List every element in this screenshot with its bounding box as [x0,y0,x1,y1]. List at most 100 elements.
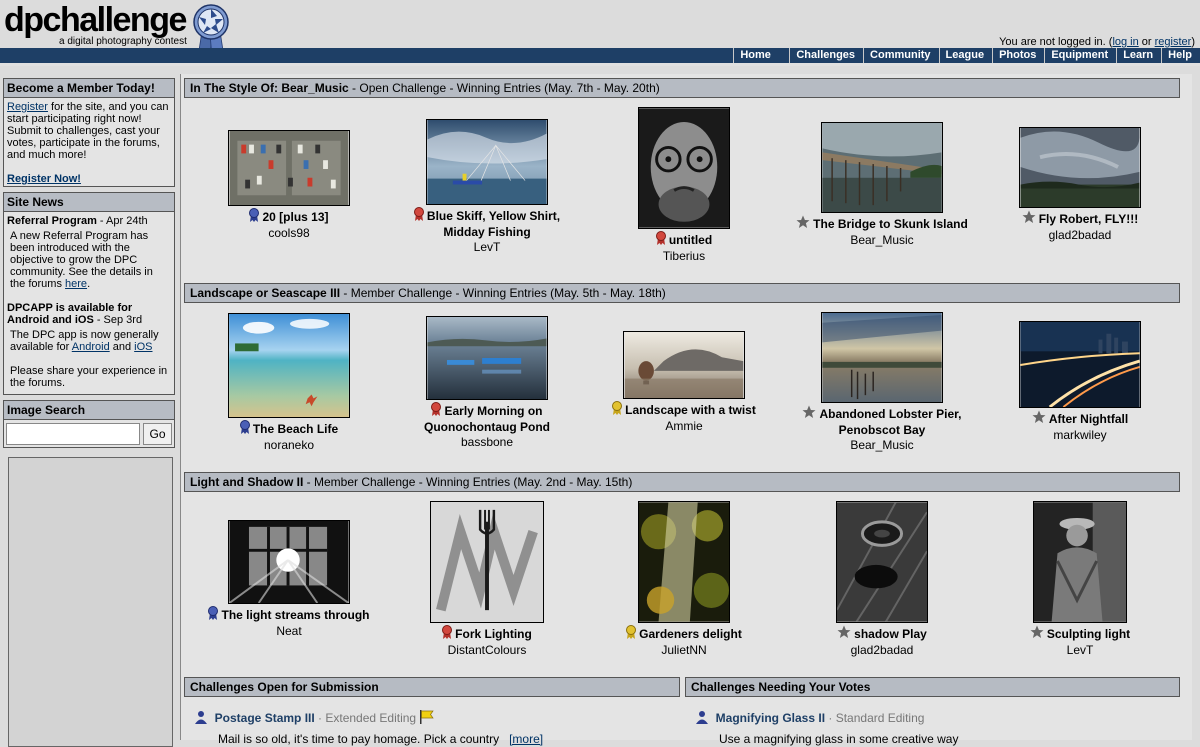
entry-card[interactable]: The Bridge to Skunk Island Bear_Music [792,122,972,247]
nav-help[interactable]: Help [1161,48,1200,63]
entry-title[interactable]: Fly Robert, FLY!!! [1039,212,1139,226]
nav-home[interactable]: Home [733,48,789,63]
photo-thumbnail[interactable] [638,107,730,229]
photo-thumbnail[interactable] [228,520,350,604]
entry-author[interactable]: Bear_Music [792,438,972,452]
section-header-light-shadow: Light and Shadow II - Member Challenge -… [184,472,1180,492]
entry-title[interactable]: The Beach Life [253,422,338,436]
nav-league[interactable]: League [938,48,993,63]
register-link[interactable]: register [1155,36,1192,48]
site-tagline: a digital photography contest [59,36,187,47]
nav-community[interactable]: Community [863,48,939,63]
entry-author[interactable]: Ammie [594,419,774,433]
entry-title[interactable]: untitled [669,233,712,247]
red-ribbon-icon [655,231,666,249]
entry-card[interactable]: Fly Robert, FLY!!! glad2badad [990,127,1170,242]
entry-card[interactable]: The Beach Life noraneko [199,313,379,452]
entry-card[interactable]: untitled Tiberius [594,107,774,263]
nav-photos[interactable]: Photos [992,48,1044,63]
nav-menu: Home Challenges Community League Photos … [733,48,1200,63]
entry-title[interactable]: Landscape with a twist [625,403,756,417]
more-link[interactable]: [more] [509,732,543,746]
sidebar-register-link[interactable]: Register [7,101,48,113]
entry-author[interactable]: LevT [397,240,577,254]
site-header: dpchallenge a digital photography contes… [0,0,1200,66]
entry-author[interactable]: LevT [990,643,1170,657]
entry-author[interactable]: Bear_Music [792,233,972,247]
blue-ribbon-icon [208,606,219,624]
flag-icon [419,710,435,725]
entry-author[interactable]: bassbone [397,435,577,449]
entry-title[interactable]: Early Morning on Quonochontaug Pond [424,404,550,434]
entry-author[interactable]: cools98 [199,226,379,240]
nav-equipment[interactable]: Equipment [1044,48,1116,63]
photo-thumbnail[interactable] [638,501,730,623]
log-in-link[interactable]: log in [1112,36,1138,48]
entry-title[interactable]: After Nightfall [1049,412,1128,426]
register-now-link[interactable]: Register Now! [7,173,81,185]
site-logo[interactable]: dpchallenge [4,0,187,40]
entry-card[interactable]: shadow Play glad2badad [792,501,972,657]
entry-title[interactable]: Fork Lighting [455,627,532,641]
entry-card[interactable]: Blue Skiff, Yellow Shirt, Midday Fishing… [397,119,577,254]
entry-title[interactable]: Blue Skiff, Yellow Shirt, Midday Fishing [427,209,560,239]
photo-thumbnail[interactable] [836,501,928,623]
photo-thumbnail[interactable] [228,130,350,206]
section-title-link[interactable]: In The Style Of: Bear_Music [190,81,349,95]
entry-author[interactable]: JulietNN [594,643,774,657]
photo-thumbnail[interactable] [1033,501,1127,623]
person-icon [194,711,208,725]
entry-card[interactable]: 20 [plus 13] cools98 [199,130,379,240]
photo-thumbnail[interactable] [228,313,350,418]
person-icon [695,711,709,725]
vote-challenge-name[interactable]: Magnifying Glass II [716,711,825,725]
site-news-body: Referral Program - Apr 24th A new Referr… [7,215,168,389]
entry-title[interactable]: Gardeners delight [639,627,742,641]
entry-title[interactable]: 20 [plus 13] [262,210,328,224]
photo-thumbnail[interactable] [821,122,943,213]
star-icon [1032,410,1046,428]
section-title-link[interactable]: Light and Shadow II [190,475,303,489]
section-header-landscape: Landscape or Seascape III - Member Chall… [184,283,1180,303]
photo-thumbnail[interactable] [430,501,544,623]
entry-author[interactable]: glad2badad [990,228,1170,242]
blue-ribbon-icon [249,208,260,226]
ios-link[interactable]: iOS [134,341,152,353]
photo-thumbnail[interactable] [426,316,548,400]
open-challenge-name[interactable]: Postage Stamp III [215,711,315,725]
entry-title[interactable]: The Bridge to Skunk Island [813,217,968,231]
entry-author[interactable]: DistantColours [397,643,577,657]
entry-title[interactable]: Sculpting light [1047,627,1130,641]
search-go-button[interactable]: Go [143,423,172,445]
entry-card[interactable]: Fork Lighting DistantColours [397,501,577,657]
photo-thumbnail[interactable] [623,331,745,399]
entry-card[interactable]: Gardeners delight JulietNN [594,501,774,657]
entry-author[interactable]: markwiley [990,428,1170,442]
photo-thumbnail[interactable] [426,119,548,205]
section-title-link[interactable]: Landscape or Seascape III [190,286,340,300]
entry-card[interactable]: The light streams through Neat [199,520,379,638]
open-challenge-row: Postage Stamp III · Extended Editing [194,710,435,725]
section-header-style-of: In The Style Of: Bear_Music - Open Chall… [184,78,1180,98]
entry-title[interactable]: The light streams through [221,608,369,622]
entry-author[interactable]: noraneko [199,438,379,452]
nav-challenges[interactable]: Challenges [789,48,863,63]
entry-card[interactable]: Landscape with a twist Ammie [594,331,774,433]
news-here-link[interactable]: here [65,278,87,290]
entry-title[interactable]: Abandoned Lobster Pier, Penobscot Bay [819,407,961,437]
entry-card[interactable]: After Nightfall markwiley [990,321,1170,442]
member-box-body: Register for the site, and you can start… [7,101,169,185]
entry-card[interactable]: Sculpting light LevT [990,501,1170,657]
entry-card[interactable]: Abandoned Lobster Pier, Penobscot Bay Be… [792,312,972,452]
photo-thumbnail[interactable] [821,312,943,403]
photo-thumbnail[interactable] [1019,127,1141,208]
entry-author[interactable]: Neat [199,624,379,638]
entry-author[interactable]: Tiberius [594,249,774,263]
image-search-input[interactable] [6,423,140,445]
nav-learn[interactable]: Learn [1116,48,1161,63]
entry-author[interactable]: glad2badad [792,643,972,657]
entry-card[interactable]: Early Morning on Quonochontaug Pond bass… [397,316,577,449]
android-link[interactable]: Android [72,341,110,353]
entry-title[interactable]: shadow Play [854,627,927,641]
photo-thumbnail[interactable] [1019,321,1141,408]
